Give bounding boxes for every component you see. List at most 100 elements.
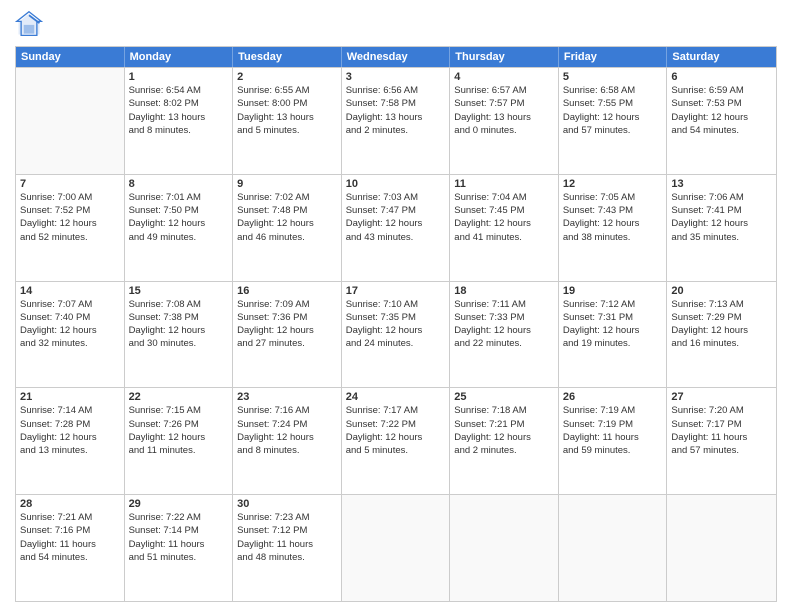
day-info: Sunrise: 7:04 AM Sunset: 7:45 PM Dayligh… xyxy=(454,191,554,244)
day-info: Sunrise: 7:01 AM Sunset: 7:50 PM Dayligh… xyxy=(129,191,229,244)
logo-icon xyxy=(15,10,43,38)
calendar-day-19: 19Sunrise: 7:12 AM Sunset: 7:31 PM Dayli… xyxy=(559,282,668,388)
day-info: Sunrise: 6:58 AM Sunset: 7:55 PM Dayligh… xyxy=(563,84,663,137)
calendar-day-1: 1Sunrise: 6:54 AM Sunset: 8:02 PM Daylig… xyxy=(125,68,234,174)
day-number: 3 xyxy=(346,71,446,83)
calendar-day-13: 13Sunrise: 7:06 AM Sunset: 7:41 PM Dayli… xyxy=(667,175,776,281)
calendar-empty-cell xyxy=(342,495,451,601)
day-info: Sunrise: 7:15 AM Sunset: 7:26 PM Dayligh… xyxy=(129,404,229,457)
day-info: Sunrise: 7:03 AM Sunset: 7:47 PM Dayligh… xyxy=(346,191,446,244)
day-info: Sunrise: 7:16 AM Sunset: 7:24 PM Dayligh… xyxy=(237,404,337,457)
logo xyxy=(15,10,47,38)
day-number: 9 xyxy=(237,178,337,190)
calendar-week-2: 7Sunrise: 7:00 AM Sunset: 7:52 PM Daylig… xyxy=(16,174,776,281)
calendar: SundayMondayTuesdayWednesdayThursdayFrid… xyxy=(15,46,777,602)
day-number: 24 xyxy=(346,391,446,403)
calendar-day-9: 9Sunrise: 7:02 AM Sunset: 7:48 PM Daylig… xyxy=(233,175,342,281)
day-info: Sunrise: 7:14 AM Sunset: 7:28 PM Dayligh… xyxy=(20,404,120,457)
day-number: 17 xyxy=(346,285,446,297)
calendar-empty-cell xyxy=(16,68,125,174)
day-number: 10 xyxy=(346,178,446,190)
day-info: Sunrise: 6:54 AM Sunset: 8:02 PM Dayligh… xyxy=(129,84,229,137)
calendar-day-18: 18Sunrise: 7:11 AM Sunset: 7:33 PM Dayli… xyxy=(450,282,559,388)
day-number: 21 xyxy=(20,391,120,403)
calendar-day-16: 16Sunrise: 7:09 AM Sunset: 7:36 PM Dayli… xyxy=(233,282,342,388)
day-info: Sunrise: 6:59 AM Sunset: 7:53 PM Dayligh… xyxy=(671,84,772,137)
day-info: Sunrise: 6:55 AM Sunset: 8:00 PM Dayligh… xyxy=(237,84,337,137)
day-number: 8 xyxy=(129,178,229,190)
day-info: Sunrise: 7:05 AM Sunset: 7:43 PM Dayligh… xyxy=(563,191,663,244)
day-info: Sunrise: 7:02 AM Sunset: 7:48 PM Dayligh… xyxy=(237,191,337,244)
calendar-week-3: 14Sunrise: 7:07 AM Sunset: 7:40 PM Dayli… xyxy=(16,281,776,388)
day-number: 18 xyxy=(454,285,554,297)
calendar-day-20: 20Sunrise: 7:13 AM Sunset: 7:29 PM Dayli… xyxy=(667,282,776,388)
day-number: 5 xyxy=(563,71,663,83)
calendar-empty-cell xyxy=(450,495,559,601)
calendar-day-25: 25Sunrise: 7:18 AM Sunset: 7:21 PM Dayli… xyxy=(450,388,559,494)
day-number: 29 xyxy=(129,498,229,510)
calendar-day-17: 17Sunrise: 7:10 AM Sunset: 7:35 PM Dayli… xyxy=(342,282,451,388)
calendar-day-30: 30Sunrise: 7:23 AM Sunset: 7:12 PM Dayli… xyxy=(233,495,342,601)
calendar-day-22: 22Sunrise: 7:15 AM Sunset: 7:26 PM Dayli… xyxy=(125,388,234,494)
calendar-header-row: SundayMondayTuesdayWednesdayThursdayFrid… xyxy=(16,47,776,67)
calendar-day-10: 10Sunrise: 7:03 AM Sunset: 7:47 PM Dayli… xyxy=(342,175,451,281)
calendar-header-cell-saturday: Saturday xyxy=(667,47,776,67)
day-number: 20 xyxy=(671,285,772,297)
day-info: Sunrise: 7:18 AM Sunset: 7:21 PM Dayligh… xyxy=(454,404,554,457)
day-info: Sunrise: 7:20 AM Sunset: 7:17 PM Dayligh… xyxy=(671,404,772,457)
day-number: 4 xyxy=(454,71,554,83)
calendar-header-cell-thursday: Thursday xyxy=(450,47,559,67)
calendar-day-24: 24Sunrise: 7:17 AM Sunset: 7:22 PM Dayli… xyxy=(342,388,451,494)
day-info: Sunrise: 6:56 AM Sunset: 7:58 PM Dayligh… xyxy=(346,84,446,137)
day-info: Sunrise: 7:12 AM Sunset: 7:31 PM Dayligh… xyxy=(563,298,663,351)
calendar-empty-cell xyxy=(559,495,668,601)
calendar-empty-cell xyxy=(667,495,776,601)
day-info: Sunrise: 7:23 AM Sunset: 7:12 PM Dayligh… xyxy=(237,511,337,564)
calendar-week-1: 1Sunrise: 6:54 AM Sunset: 8:02 PM Daylig… xyxy=(16,67,776,174)
calendar-header-cell-monday: Monday xyxy=(125,47,234,67)
day-number: 16 xyxy=(237,285,337,297)
calendar-day-15: 15Sunrise: 7:08 AM Sunset: 7:38 PM Dayli… xyxy=(125,282,234,388)
calendar-body: 1Sunrise: 6:54 AM Sunset: 8:02 PM Daylig… xyxy=(16,67,776,601)
calendar-week-4: 21Sunrise: 7:14 AM Sunset: 7:28 PM Dayli… xyxy=(16,387,776,494)
day-number: 14 xyxy=(20,285,120,297)
day-number: 13 xyxy=(671,178,772,190)
day-number: 28 xyxy=(20,498,120,510)
day-info: Sunrise: 7:06 AM Sunset: 7:41 PM Dayligh… xyxy=(671,191,772,244)
calendar-header-cell-wednesday: Wednesday xyxy=(342,47,451,67)
day-number: 6 xyxy=(671,71,772,83)
calendar-day-4: 4Sunrise: 6:57 AM Sunset: 7:57 PM Daylig… xyxy=(450,68,559,174)
header xyxy=(15,10,777,38)
day-number: 27 xyxy=(671,391,772,403)
day-info: Sunrise: 6:57 AM Sunset: 7:57 PM Dayligh… xyxy=(454,84,554,137)
day-number: 22 xyxy=(129,391,229,403)
day-info: Sunrise: 7:08 AM Sunset: 7:38 PM Dayligh… xyxy=(129,298,229,351)
day-number: 11 xyxy=(454,178,554,190)
day-info: Sunrise: 7:09 AM Sunset: 7:36 PM Dayligh… xyxy=(237,298,337,351)
day-number: 7 xyxy=(20,178,120,190)
calendar-day-8: 8Sunrise: 7:01 AM Sunset: 7:50 PM Daylig… xyxy=(125,175,234,281)
calendar-day-6: 6Sunrise: 6:59 AM Sunset: 7:53 PM Daylig… xyxy=(667,68,776,174)
day-number: 1 xyxy=(129,71,229,83)
calendar-day-11: 11Sunrise: 7:04 AM Sunset: 7:45 PM Dayli… xyxy=(450,175,559,281)
day-number: 15 xyxy=(129,285,229,297)
day-info: Sunrise: 7:19 AM Sunset: 7:19 PM Dayligh… xyxy=(563,404,663,457)
calendar-day-7: 7Sunrise: 7:00 AM Sunset: 7:52 PM Daylig… xyxy=(16,175,125,281)
calendar-day-29: 29Sunrise: 7:22 AM Sunset: 7:14 PM Dayli… xyxy=(125,495,234,601)
day-number: 19 xyxy=(563,285,663,297)
calendar-header-cell-sunday: Sunday xyxy=(16,47,125,67)
day-info: Sunrise: 7:10 AM Sunset: 7:35 PM Dayligh… xyxy=(346,298,446,351)
calendar-header-cell-tuesday: Tuesday xyxy=(233,47,342,67)
day-info: Sunrise: 7:00 AM Sunset: 7:52 PM Dayligh… xyxy=(20,191,120,244)
day-info: Sunrise: 7:13 AM Sunset: 7:29 PM Dayligh… xyxy=(671,298,772,351)
day-info: Sunrise: 7:22 AM Sunset: 7:14 PM Dayligh… xyxy=(129,511,229,564)
day-number: 30 xyxy=(237,498,337,510)
calendar-day-28: 28Sunrise: 7:21 AM Sunset: 7:16 PM Dayli… xyxy=(16,495,125,601)
calendar-day-12: 12Sunrise: 7:05 AM Sunset: 7:43 PM Dayli… xyxy=(559,175,668,281)
day-number: 25 xyxy=(454,391,554,403)
day-info: Sunrise: 7:07 AM Sunset: 7:40 PM Dayligh… xyxy=(20,298,120,351)
calendar-week-5: 28Sunrise: 7:21 AM Sunset: 7:16 PM Dayli… xyxy=(16,494,776,601)
page: SundayMondayTuesdayWednesdayThursdayFrid… xyxy=(0,0,792,612)
day-info: Sunrise: 7:11 AM Sunset: 7:33 PM Dayligh… xyxy=(454,298,554,351)
calendar-day-21: 21Sunrise: 7:14 AM Sunset: 7:28 PM Dayli… xyxy=(16,388,125,494)
